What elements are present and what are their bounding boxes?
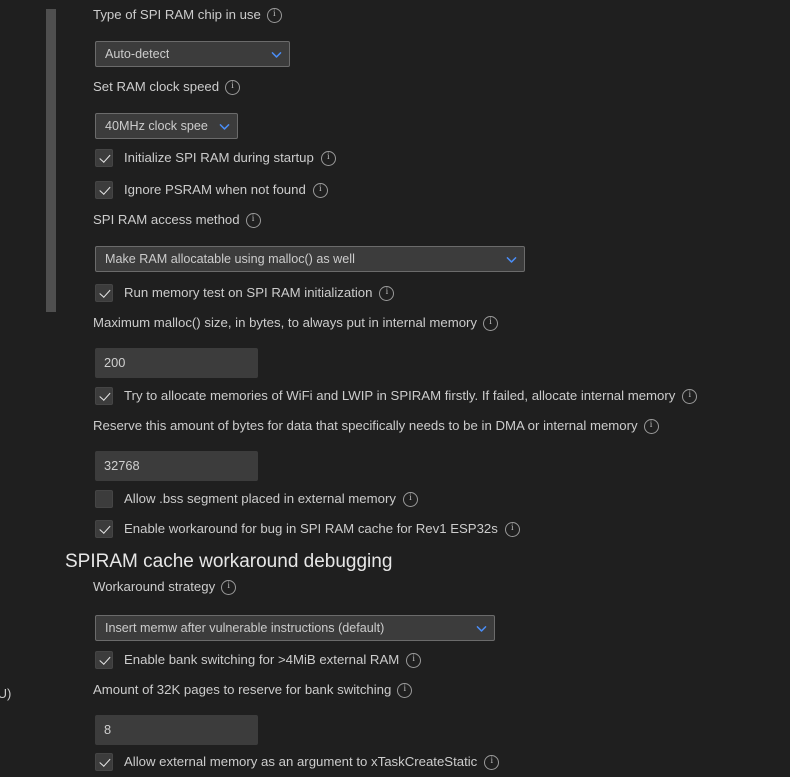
checkbox-allow-bss-in-external-memory-row[interactable]: Allow .bss segment placed in external me…: [95, 490, 418, 508]
dropdown-spi-ram-access-method-container: Make RAM allocatable using malloc() as w…: [95, 246, 525, 272]
checkbox-label: Initialize SPI RAM during startup: [124, 150, 314, 165]
checkbox-allow-external-memory-xtaskcreatestatic-row[interactable]: Allow external memory as an argument to …: [95, 753, 500, 771]
setting-label-text: SPI RAM access method: [93, 212, 240, 227]
setting-label-reserve-dma-internal-bytes: Reserve this amount of bytes for data th…: [93, 417, 659, 435]
checkbox-ignore-psram-when-not-found[interactable]: [95, 181, 113, 199]
textbox-reserve-dma-internal-bytes[interactable]: 32768: [95, 451, 258, 481]
setting-label-spi-ram-chip-type: Type of SPI RAM chip in use: [93, 6, 282, 24]
checkbox-enable-spi-ram-cache-workaround-rev1-row[interactable]: Enable workaround for bug in SPI RAM cac…: [95, 520, 520, 538]
textbox-value: 200: [104, 355, 126, 370]
setting-label-spi-ram-access-method: SPI RAM access method: [93, 211, 261, 229]
checkbox-allow-external-memory-xtaskcreatestatic[interactable]: [95, 753, 113, 771]
info-icon[interactable]: [266, 7, 282, 23]
info-icon[interactable]: [312, 182, 328, 198]
checkbox-label: Run memory test on SPI RAM initializatio…: [124, 285, 373, 300]
checkbox-label: Enable bank switching for >4MiB external…: [124, 652, 400, 667]
checkbox-label: Enable workaround for bug in SPI RAM cac…: [124, 521, 498, 536]
chevron-down-icon: [208, 120, 231, 133]
info-icon[interactable]: [483, 315, 499, 331]
info-icon[interactable]: [406, 652, 422, 668]
checkbox-allocate-wifi-lwip-in-spiram-row[interactable]: Try to allocate memories of WiFi and LWI…: [95, 387, 698, 405]
dropdown-spi-ram-access-method[interactable]: Make RAM allocatable using malloc() as w…: [95, 246, 525, 272]
chevron-down-icon: [260, 48, 283, 61]
checkbox-label: Allow .bss segment placed in external me…: [124, 491, 396, 506]
dropdown-ram-clock-speed-container: 40MHz clock speed: [95, 113, 238, 139]
dropdown-workaround-strategy-container: Insert memw after vulnerable instruction…: [95, 615, 495, 641]
info-icon[interactable]: [225, 79, 241, 95]
setting-label-text: Type of SPI RAM chip in use: [93, 7, 261, 22]
section-title-text: SPIRAM cache workaround debugging: [65, 551, 393, 572]
setting-label-32k-pages-bank-switching: Amount of 32K pages to reserve for bank …: [93, 681, 413, 699]
dropdown-workaround-strategy[interactable]: Insert memw after vulnerable instruction…: [95, 615, 495, 641]
textbox-value: 32768: [104, 458, 140, 473]
setting-label-text: Amount of 32K pages to reserve for bank …: [93, 682, 392, 697]
dropdown-ram-clock-speed[interactable]: 40MHz clock speed: [95, 113, 238, 139]
checkbox-label: Ignore PSRAM when not found: [124, 182, 306, 197]
textbox-max-malloc-size-internal-container: 200: [95, 348, 258, 378]
checkbox-enable-bank-switching[interactable]: [95, 651, 113, 669]
chevron-down-icon: [495, 253, 518, 266]
info-icon[interactable]: [245, 212, 261, 228]
checkbox-label: Try to allocate memories of WiFi and LWI…: [124, 388, 676, 403]
setting-label-workaround-strategy: Workaround strategy: [93, 578, 237, 596]
dropdown-selected-value: Make RAM allocatable using malloc() as w…: [105, 252, 355, 266]
section-title-spiram-cache-workaround-debugging: SPIRAM cache workaround debugging: [65, 550, 392, 574]
checkbox-ignore-psram-when-not-found-row[interactable]: Ignore PSRAM when not found: [95, 181, 328, 199]
setting-label-ram-clock-speed: Set RAM clock speed: [93, 78, 241, 96]
dropdown-spi-ram-chip-type-container: Auto-detect: [95, 41, 290, 67]
checkbox-label: Allow external memory as an argument to …: [124, 754, 478, 769]
info-icon[interactable]: [397, 682, 413, 698]
setting-label-text: Set RAM clock speed: [93, 79, 220, 94]
info-icon[interactable]: [504, 521, 520, 537]
checkbox-enable-bank-switching-row[interactable]: Enable bank switching for >4MiB external…: [95, 651, 422, 669]
textbox-32k-pages-bank-switching[interactable]: 8: [95, 715, 258, 745]
dropdown-selected-value: Insert memw after vulnerable instruction…: [105, 621, 385, 635]
info-icon[interactable]: [320, 150, 336, 166]
checkbox-initialize-spi-ram-during-startup-row[interactable]: Initialize SPI RAM during startup: [95, 149, 336, 167]
checkbox-initialize-spi-ram-during-startup[interactable]: [95, 149, 113, 167]
checkbox-allow-bss-in-external-memory[interactable]: [95, 490, 113, 508]
textbox-32k-pages-bank-switching-container: 8: [95, 715, 258, 745]
checkbox-run-memory-test-on-spi-ram-init-row[interactable]: Run memory test on SPI RAM initializatio…: [95, 284, 395, 302]
setting-label-text: Maximum malloc() size, in bytes, to alwa…: [93, 315, 478, 330]
checkbox-enable-spi-ram-cache-workaround-rev1[interactable]: [95, 520, 113, 538]
checkbox-allocate-wifi-lwip-in-spiram[interactable]: [95, 387, 113, 405]
info-icon[interactable]: [379, 285, 395, 301]
settings-list: Type of SPI RAM chip in use Auto-detect Se…: [0, 0, 790, 777]
info-icon[interactable]: [643, 418, 659, 434]
dropdown-selected-value: Auto-detect: [105, 47, 170, 61]
setting-label-max-malloc-size-internal: Maximum malloc() size, in bytes, to alwa…: [93, 314, 499, 332]
checkbox-run-memory-test-on-spi-ram-init[interactable]: [95, 284, 113, 302]
chevron-down-icon: [465, 622, 488, 635]
dropdown-selected-value: 40MHz clock speed: [105, 119, 208, 133]
textbox-value: 8: [104, 722, 112, 737]
info-icon[interactable]: [682, 388, 698, 404]
info-icon[interactable]: [402, 491, 418, 507]
setting-label-text: Workaround strategy: [93, 579, 216, 594]
textbox-max-malloc-size-internal[interactable]: 200: [95, 348, 258, 378]
textbox-reserve-dma-internal-bytes-container: 32768: [95, 451, 258, 481]
setting-label-text: Reserve this amount of bytes for data th…: [93, 418, 638, 433]
info-icon[interactable]: [221, 579, 237, 595]
dropdown-spi-ram-chip-type[interactable]: Auto-detect: [95, 41, 290, 67]
info-icon[interactable]: [484, 754, 500, 770]
